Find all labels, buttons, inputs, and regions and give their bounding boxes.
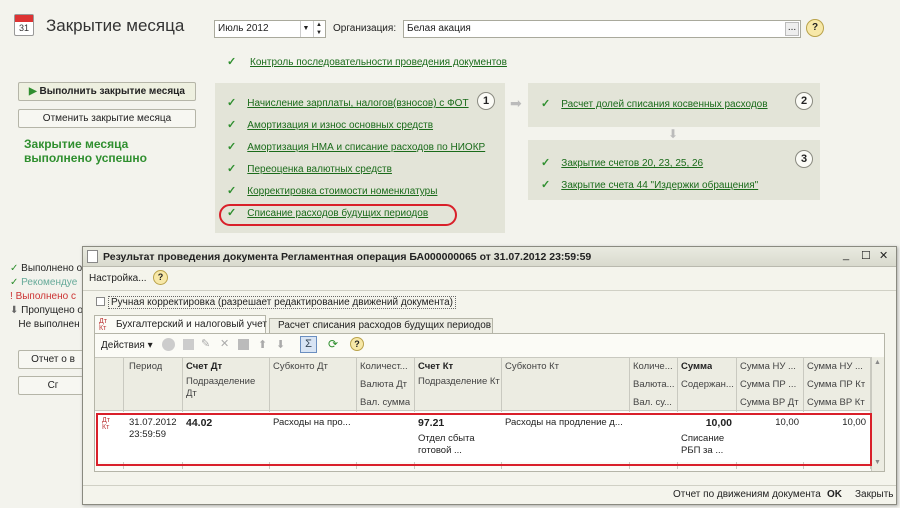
list-item: ✓ Корректировка стоимости номенклатуры (227, 185, 438, 197)
status-item: Не выполнен (18, 319, 80, 330)
dialog-titlebar[interactable]: Результат проведения документа Регламент… (83, 247, 896, 267)
col-vr: Сумма ВР Дт (740, 397, 799, 408)
success-message: Закрытие месяца выполнено успешно (24, 137, 147, 165)
movements-report-button[interactable]: Отчет по движениям документа (673, 489, 821, 500)
status-item: ⬇ Пропущено о (10, 305, 83, 316)
col-cur: Валюта Дт (360, 379, 408, 390)
table-help-icon[interactable]: ? (350, 337, 364, 351)
step3-number: 3 (795, 150, 813, 168)
add-icon[interactable] (162, 338, 175, 351)
minimize-icon[interactable]: _ (843, 249, 849, 261)
col-sum: Сумма (681, 361, 713, 372)
step2-list: ✓ Расчет долей списания косвенных расход… (541, 97, 768, 110)
col-qty: Количест... (360, 361, 408, 372)
ok-button[interactable]: OK (827, 489, 842, 500)
period-value: Июль 2012 (218, 23, 269, 34)
col-subdt: Субконто Дт (273, 361, 328, 372)
col-dt-sub: Подразделение Дт (186, 376, 256, 399)
col-valsum: Вал. сумма (360, 397, 411, 408)
list-item: ✓ Расчет долей списания косвенных расход… (541, 98, 768, 110)
col-kt-sub: Подразделение Кт (418, 376, 500, 387)
refresh-icon[interactable]: ⟳ (328, 337, 338, 351)
tab-rbp[interactable]: Расчет списания расходов будущих периодо… (269, 318, 493, 333)
step3-list: ✓ Закрытие счетов 20, 23, 25, 26 ✓ Закры… (541, 156, 758, 200)
close-button[interactable]: Закрыть (855, 489, 894, 500)
col-dt: Счет Дт (186, 361, 223, 372)
list-item: ✓ Амортизация НМА и списание расходов по… (227, 141, 486, 153)
col-pr: Сумма ПР ... (740, 379, 797, 390)
col-nu2: Сумма НУ ... (807, 361, 863, 372)
play-icon: ▶ (29, 86, 40, 97)
col-qty2: Количе... (633, 361, 673, 372)
status-list: ✓ Выполнено о ✓ Рекомендуе ! Выполнено с… (10, 262, 83, 332)
dtkt-icon: Дт Кт (99, 318, 107, 332)
manual-edit-label: Ручная корректировка (разрешает редактир… (108, 296, 456, 309)
check-icon: ✓ (227, 56, 237, 68)
close-icon[interactable]: ✕ (879, 249, 888, 262)
status-item: ✓ Выполнено о (10, 263, 83, 274)
step2-number: 2 (795, 92, 813, 110)
status-item: ✓ Рекомендуе (10, 277, 78, 288)
tab-accounting[interactable]: Дт Кт Бухгалтерский и налоговый учет (94, 315, 267, 333)
result-dialog: Результат проведения документа Регламент… (82, 246, 897, 505)
cancel-close-month-button[interactable]: Отменить закрытие месяца (18, 109, 196, 128)
calendar-icon: 31 (14, 14, 34, 36)
status-item: ! Выполнено с (10, 291, 76, 302)
delete-icon[interactable]: ✕ (220, 337, 229, 350)
aux-button[interactable]: Сг (18, 376, 88, 395)
col-vr2: Сумма ВР Кт (807, 397, 865, 408)
period-select[interactable]: Июль 2012 ▼ ▲ ▼ (214, 20, 326, 38)
report-button[interactable]: Отчет о в (18, 350, 88, 369)
document-icon (87, 250, 98, 263)
col-content: Содержан... (681, 379, 734, 390)
post-icon[interactable] (238, 339, 249, 350)
dialog-title: Результат проведения документа Регламент… (103, 251, 592, 263)
organization-value: Белая акация (407, 23, 471, 34)
control-sequence-link[interactable]: Контроль последовательности проведения д… (250, 57, 507, 68)
highlight-oval (219, 204, 457, 226)
list-item: ✓ Начисление зарплаты, налогов(взносов) … (227, 97, 469, 109)
run-close-month-button[interactable]: ▶ Выполнить закрытие месяца (18, 82, 196, 101)
spinner-icon[interactable]: ▲ ▼ (313, 21, 324, 37)
col-valsum2: Вал. су... (633, 397, 672, 408)
col-subkt: Субконто Кт (505, 361, 560, 372)
organization-field[interactable]: Белая акация ... (403, 20, 801, 38)
edit-icon[interactable]: ✎ (201, 337, 210, 350)
sum-icon[interactable]: Σ (300, 336, 317, 353)
arrow-down-icon: ⬇ (668, 127, 679, 141)
move-up-icon[interactable]: ⬆ (258, 338, 267, 351)
col-nu: Сумма НУ ... (740, 361, 796, 372)
list-item: ✓ Переоценка валютных средств (227, 163, 392, 175)
list-item: ✓ Закрытие счетов 20, 23, 25, 26 (541, 157, 704, 169)
col-cur2: Валюта... (633, 379, 675, 390)
organization-label: Организация: (333, 23, 397, 34)
page-title: Закрытие месяца (46, 16, 185, 35)
help-icon[interactable]: ? (153, 270, 168, 285)
scroll-up-icon[interactable]: ▲ (874, 359, 881, 366)
manual-edit-checkbox[interactable] (96, 297, 105, 306)
scroll-down-icon[interactable]: ▼ (874, 459, 881, 466)
col-pr2: Сумма ПР Кт (807, 379, 866, 390)
help-button[interactable]: ? (806, 19, 824, 37)
copy-icon[interactable] (183, 339, 194, 350)
chevron-down-icon[interactable]: ▼ (300, 21, 311, 37)
scrollbar[interactable]: ▲ ▼ (871, 357, 884, 471)
move-down-icon[interactable]: ⬇ (276, 338, 285, 351)
table-toolbar: Действия ▾ ✎ ✕ ⬆ ⬇ Σ ⟳ ? (95, 334, 884, 356)
settings-menu[interactable]: Настройка... (89, 273, 147, 284)
ellipsis-button[interactable]: ... (785, 22, 799, 36)
list-item: ✓ Закрытие счета 44 "Издержки обращения" (541, 179, 759, 191)
maximize-icon[interactable]: ☐ (861, 249, 871, 262)
actions-menu[interactable]: Действия ▾ (101, 340, 153, 351)
highlight-rectangle (96, 413, 872, 466)
list-item: ✓ Амортизация и износ основных средств (227, 119, 434, 131)
col-period: Период (129, 361, 163, 372)
col-kt: Счет Кт (418, 361, 454, 372)
arrow-right-icon: ➡ (510, 95, 522, 111)
